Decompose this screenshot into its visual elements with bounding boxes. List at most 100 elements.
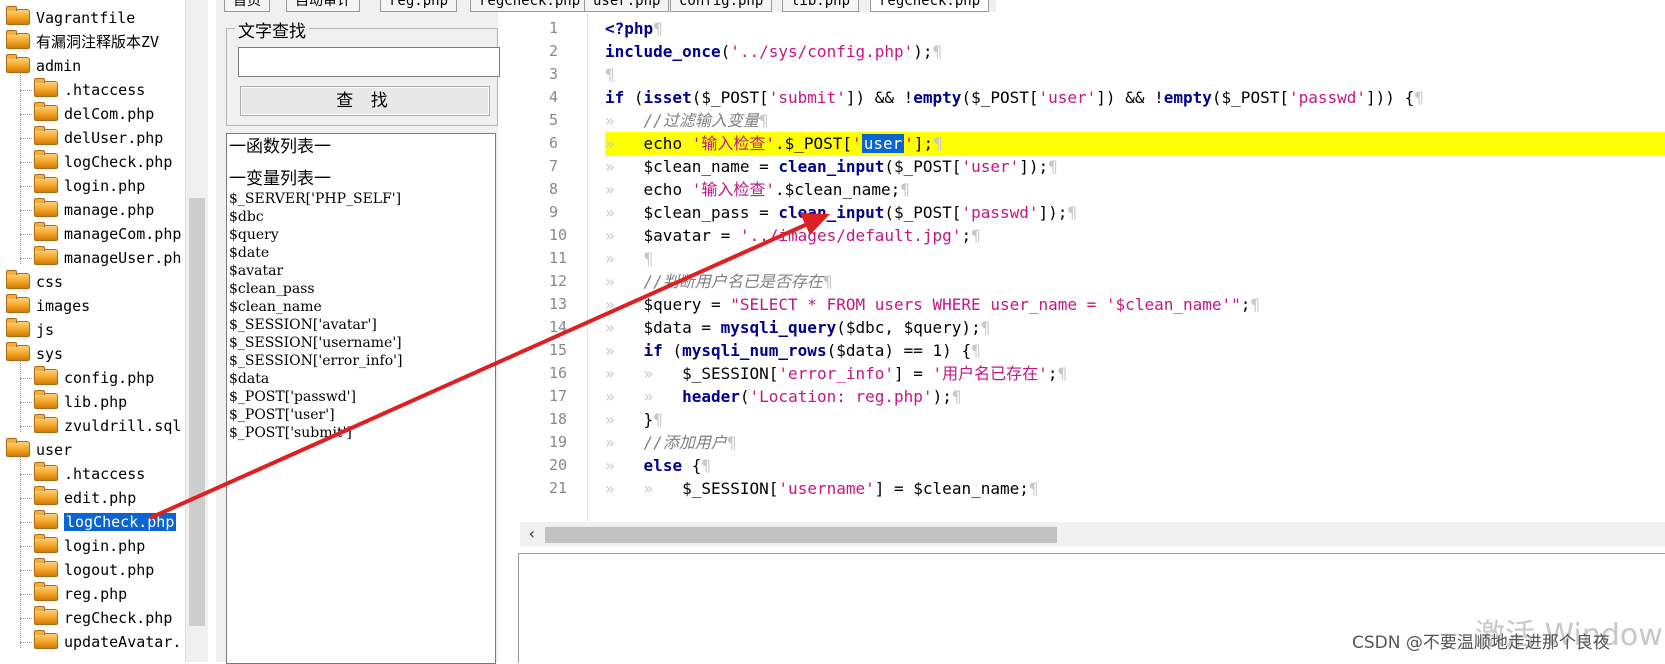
tree-file[interactable]: manageCom.php [34, 221, 182, 246]
tree-file[interactable]: edit.php [34, 485, 136, 510]
code-line[interactable]: » » header('Location: reg.php');¶ [605, 385, 1665, 409]
tree-item-label: login.php [64, 537, 146, 555]
search-button[interactable]: 查 找 [240, 86, 490, 116]
code-line[interactable]: » » $_SESSION['error_info'] = '用户名已存在';¶ [605, 362, 1665, 386]
tree-connector [20, 186, 32, 187]
code-line[interactable]: » ¶ [605, 247, 1665, 271]
tree-connector [20, 210, 32, 211]
code-line[interactable]: include_once('../sys/config.php');¶ [605, 40, 1665, 64]
line-number: 13 [549, 295, 568, 313]
code-line[interactable]: » $data = mysqli_query($dbc, $query);¶ [605, 316, 1665, 340]
file-icon [34, 125, 58, 145]
tree-file[interactable]: .htaccess [34, 77, 146, 102]
tab-7[interactable]: regCheck.php [870, 0, 990, 12]
variable-list-item[interactable]: $dbc [227, 208, 495, 226]
file-tree[interactable]: Vagrantfile 有漏洞注释版本ZV admin .htaccess delCom… [0, 0, 186, 662]
code-line[interactable]: <?php¶ [605, 17, 1665, 41]
tree-folder[interactable]: js [6, 317, 54, 342]
code-line[interactable]: » echo '输入检查'.$clean_name;¶ [605, 178, 1665, 202]
tree-folder[interactable]: user [6, 437, 72, 462]
code-line[interactable]: » $clean_name = clean_input($_POST['user… [605, 155, 1665, 179]
tree-connector [20, 162, 32, 163]
code-line[interactable]: » $query = "SELECT * FROM users WHERE us… [605, 293, 1665, 317]
tree-file[interactable]: updateAvatar. [34, 629, 182, 654]
tree-item-label: updateAvatar. [64, 633, 182, 651]
code-line[interactable]: » }¶ [605, 408, 1665, 432]
folder-icon [6, 29, 30, 49]
tab-0[interactable]: 首页 [224, 0, 270, 12]
symbol-list[interactable]: 一函数列表一 一变量列表一 $_SERVER['PHP_SELF'] $dbc $q… [226, 133, 496, 664]
tab-6[interactable]: lib.php [782, 0, 860, 12]
line-number: 14 [549, 318, 568, 336]
tab-4[interactable]: user.php [584, 0, 670, 12]
variable-list-item[interactable]: $date [227, 244, 495, 262]
tree-item-label: .htaccess [64, 465, 146, 483]
variable-list-item[interactable]: $avatar [227, 262, 495, 280]
tree-folder[interactable]: Vagrantfile [6, 5, 135, 30]
tree-item-label: sys [36, 345, 64, 363]
tree-file[interactable]: login.php [34, 173, 146, 198]
tree-connector [20, 618, 32, 619]
tree-file[interactable]: logCheck.php [34, 509, 177, 534]
search-input[interactable] [238, 47, 500, 77]
file-tree-scrollbar[interactable] [185, 0, 208, 662]
variable-list-item[interactable]: $data [227, 370, 495, 388]
code-line[interactable]: » //过滤输入变量¶ [605, 109, 1665, 133]
tree-guide [20, 360, 21, 432]
tree-file[interactable]: delCom.php [34, 101, 154, 126]
variable-list-item[interactable]: $_SESSION['avatar'] [227, 316, 495, 334]
code-line[interactable]: » $avatar = '../images/default.jpg';¶ [605, 224, 1665, 248]
folder-icon [6, 437, 30, 457]
scroll-left-arrow-icon[interactable]: ‹ [523, 522, 541, 546]
tab-3[interactable]: regCheck.php [470, 0, 590, 12]
file-icon [34, 533, 58, 553]
variables-list-title: 一变量列表一 [229, 169, 331, 189]
variable-list-item[interactable]: $_SERVER['PHP_SELF'] [227, 190, 495, 208]
line-number: 18 [549, 410, 568, 428]
code-line[interactable]: » » $_SESSION['username'] = $clean_name;… [605, 477, 1665, 501]
variable-list-item[interactable]: $_POST['submit'] [227, 424, 495, 442]
tree-file[interactable]: logout.php [34, 557, 154, 582]
tree-file[interactable]: login.php [34, 533, 146, 558]
scrollbar-thumb[interactable] [545, 527, 1057, 543]
variable-list-item[interactable]: $_POST['passwd'] [227, 388, 495, 406]
code-line[interactable]: » $clean_pass = clean_input($_POST['pass… [605, 201, 1665, 225]
code-line[interactable]: » //判断用户名已是否存在¶ [605, 270, 1665, 294]
tree-item-label: manageCom.php [64, 225, 182, 243]
tree-file[interactable]: regCheck.php [34, 605, 172, 630]
tree-file[interactable]: manageUser.ph [34, 245, 181, 270]
tree-file[interactable]: .htaccess [34, 461, 146, 486]
tree-folder[interactable]: admin [6, 53, 81, 78]
tree-file[interactable]: zvuldrill.sql [34, 413, 181, 438]
tab-5[interactable]: config.php [670, 0, 773, 12]
tree-connector [20, 426, 32, 427]
tree-item-label: login.php [64, 177, 146, 195]
code-line-highlighted[interactable]: » echo '输入检查'.$_POST[' user '];¶ [605, 132, 1665, 156]
variable-list-item[interactable]: $clean_pass [227, 280, 495, 298]
selected-word[interactable]: user [861, 134, 905, 153]
variable-list-item[interactable]: $query [227, 226, 495, 244]
scrollbar-thumb[interactable] [189, 198, 205, 626]
code-line[interactable]: ¶ [605, 63, 1665, 87]
tree-file[interactable]: logCheck.php [34, 149, 172, 174]
tree-folder[interactable]: images [6, 293, 90, 318]
code-line[interactable]: » //添加用户¶ [605, 431, 1665, 455]
tree-file[interactable]: reg.php [34, 581, 127, 606]
tree-file[interactable]: manage.php [34, 197, 154, 222]
tree-item-label: .htaccess [64, 81, 146, 99]
tree-file[interactable]: delUser.php [34, 125, 163, 150]
tree-folder[interactable]: 有漏洞注释版本ZV [6, 29, 159, 54]
tab-1[interactable]: 自动审计 [286, 0, 360, 12]
variable-list-item[interactable]: $_SESSION['username'] [227, 334, 495, 352]
variable-list-item[interactable]: $_POST['user'] [227, 406, 495, 424]
code-line[interactable]: if (isset($_POST['submit']) && !empty($_… [605, 86, 1665, 110]
tab-2[interactable]: reg.php [380, 0, 458, 12]
tree-file[interactable]: lib.php [34, 389, 127, 414]
tree-file[interactable]: config.php [34, 365, 154, 390]
code-line[interactable]: » else {¶ [605, 454, 1665, 478]
variable-list-item[interactable]: $clean_name [227, 298, 495, 316]
code-line[interactable]: » if (mysqli_num_rows($data) == 1) {¶ [605, 339, 1665, 363]
tree-folder[interactable]: css [6, 269, 63, 294]
tree-folder[interactable]: sys [6, 341, 64, 366]
variable-list-item[interactable]: $_SESSION['error_info'] [227, 352, 495, 370]
